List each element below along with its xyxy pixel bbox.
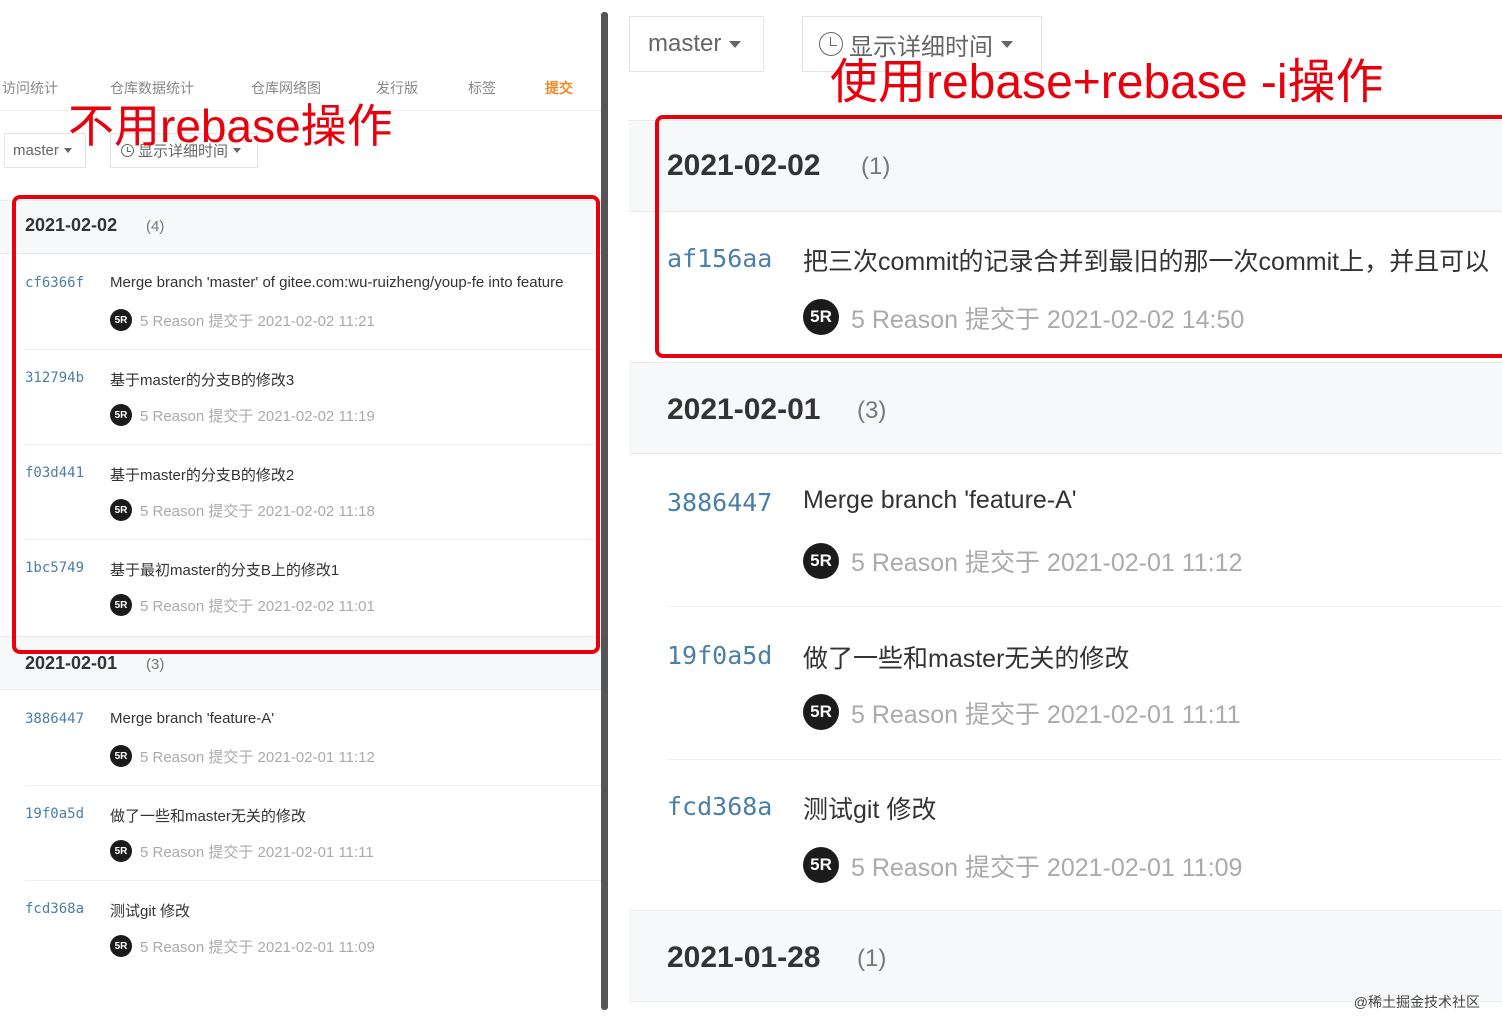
branch-select-button[interactable]: master bbox=[629, 16, 764, 72]
day-count: (1) bbox=[857, 945, 887, 972]
commit-row: 3886447 Merge branch 'feature-A' 5R 5 Re… bbox=[629, 454, 1502, 607]
tab-visit-stats[interactable]: 访问统计 bbox=[2, 78, 58, 98]
day-header: 2021-01-28 (1) bbox=[629, 910, 1502, 1002]
day-date: 2021-02-01 bbox=[667, 393, 821, 426]
annotation-no-rebase: 不用rebase操作 bbox=[68, 100, 393, 152]
highlight-box bbox=[12, 195, 600, 654]
commit-sha-link[interactable]: 19f0a5d bbox=[667, 641, 772, 670]
commit-sha-link[interactable]: 3886447 bbox=[667, 488, 772, 517]
day-header: 2021-02-01 (3) bbox=[629, 362, 1502, 454]
commit-message-link[interactable]: 做了一些和master无关的修改 bbox=[803, 639, 1129, 675]
avatar[interactable]: 5R bbox=[803, 847, 839, 883]
commit-meta: 5 Reason 提交于 2021-02-01 11:09 bbox=[851, 854, 1243, 882]
day-count: (3) bbox=[857, 397, 887, 424]
day-count: (3) bbox=[146, 656, 165, 673]
avatar[interactable]: 5R bbox=[110, 745, 132, 767]
commit-row: 19f0a5d 做了一些和master无关的修改 5R 5 Reason 提交于… bbox=[629, 607, 1502, 760]
right-screenshot-panel: master 显示详细时间 使用rebase+rebase -i操作 2021-… bbox=[610, 0, 1502, 1032]
commit-message-link[interactable]: 测试git 修改 bbox=[803, 790, 936, 826]
branch-label: master bbox=[648, 30, 722, 57]
commit-message-link[interactable]: 测试git 修改 bbox=[110, 900, 190, 921]
commit-meta: 5 Reason 提交于 2021-02-01 11:12 bbox=[851, 549, 1243, 577]
commit-row: 3886447 Merge branch 'feature-A' 5R 5 Re… bbox=[0, 691, 602, 786]
branch-label: master bbox=[13, 142, 59, 159]
commit-message-link[interactable]: Merge branch 'feature-A' bbox=[110, 710, 274, 727]
avatar[interactable]: 5R bbox=[803, 694, 839, 730]
commit-message-link[interactable]: 做了一些和master无关的修改 bbox=[110, 805, 306, 826]
commit-meta: 5 Reason 提交于 2021-02-01 11:11 bbox=[140, 844, 374, 861]
avatar[interactable]: 5R bbox=[110, 935, 132, 957]
avatar[interactable]: 5R bbox=[110, 840, 132, 862]
day-date: 2021-02-01 bbox=[25, 653, 118, 673]
chevron-down-icon bbox=[729, 40, 742, 48]
commit-meta: 5 Reason 提交于 2021-02-01 11:11 bbox=[851, 701, 1241, 729]
commit-row: fcd368a 测试git 修改 5R 5 Reason 提交于 2021-02… bbox=[0, 881, 602, 976]
watermark: @稀土掘金技术社区 bbox=[1353, 994, 1480, 1010]
tab-commits[interactable]: 提交 bbox=[545, 78, 573, 98]
commit-meta: 5 Reason 提交于 2021-02-01 11:09 bbox=[140, 939, 375, 956]
panel-divider bbox=[601, 12, 608, 1010]
day-date: 2021-01-28 bbox=[667, 941, 821, 974]
tab-tags[interactable]: 标签 bbox=[468, 78, 496, 98]
highlight-box bbox=[655, 115, 1502, 358]
commit-row: fcd368a 测试git 修改 5R 5 Reason 提交于 2021-02… bbox=[629, 760, 1502, 910]
commit-meta: 5 Reason 提交于 2021-02-01 11:12 bbox=[140, 749, 375, 766]
commit-sha-link[interactable]: 3886447 bbox=[25, 711, 84, 727]
avatar[interactable]: 5R bbox=[803, 543, 839, 579]
commit-sha-link[interactable]: fcd368a bbox=[25, 901, 84, 917]
commit-sha-link[interactable]: fcd368a bbox=[667, 792, 772, 821]
annotation-with-rebase: 使用rebase+rebase -i操作 bbox=[830, 56, 1384, 109]
commit-row: 19f0a5d 做了一些和master无关的修改 5R 5 Reason 提交于… bbox=[0, 786, 602, 881]
commit-sha-link[interactable]: 19f0a5d bbox=[25, 806, 84, 822]
left-screenshot-panel: 访问统计 仓库数据统计 仓库网络图 发行版 标签 提交 master 显示详细时… bbox=[0, 0, 602, 1032]
commit-message-link[interactable]: Merge branch 'feature-A' bbox=[803, 486, 1077, 515]
